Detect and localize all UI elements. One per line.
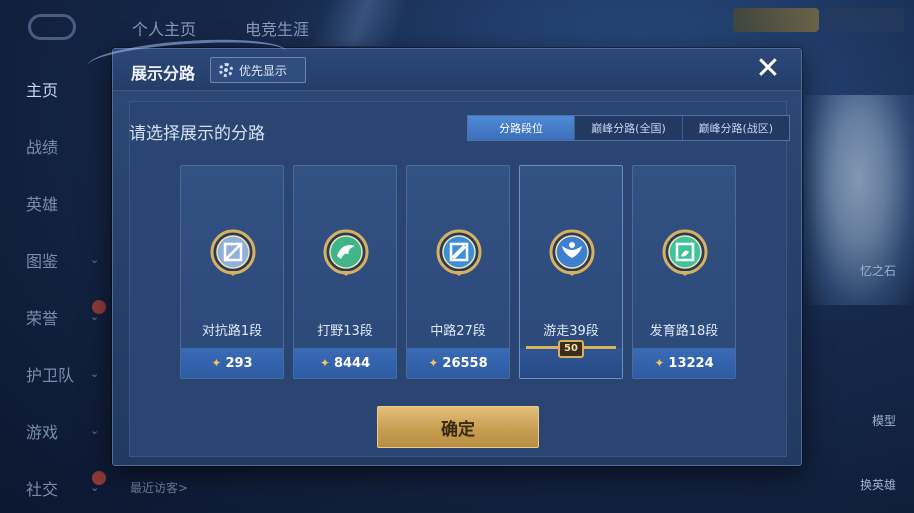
mid-lane-icon [435,228,483,276]
lane-score: ✦ 13224 [633,348,735,378]
lane-rank-label: 发育路18段 [649,324,719,339]
tab-peak-national[interactable]: 巅峰分路(全国) [574,116,681,140]
sidebar-item-label: 荣誉 [26,308,59,328]
sidebar-item-label: 英雄 [26,194,59,214]
lane-score: ✦ 8444 [294,348,396,378]
sidebar: 主页 战绩 英雄 图鉴 ⌄ 荣誉 ⌄ 护卫队 ⌄ 游戏 ⌄ 社交 ⌄ [0,60,110,513]
points-icon: ✦ [654,356,665,370]
lane-cards: 对抗路1段 ✦ 293 打野13段 ✦ 8444 中路27段 ✦ 26558 游走39段 50 发育路… [180,165,737,379]
roam-wings-icon [548,228,596,276]
score-value: 26558 [442,355,488,371]
gear-icon [219,63,233,77]
back-button[interactable] [28,14,76,40]
sidebar-item-label: 战绩 [26,137,59,157]
tab-esports[interactable]: 电竞生涯 [245,16,309,40]
points-icon: ✦ [319,356,330,370]
lane-card[interactable]: 打野13段 ✦ 8444 [293,165,397,379]
close-icon[interactable]: ✕ [753,53,783,85]
recent-visitors-link[interactable]: 最近访客> [130,479,188,496]
lane-card[interactable]: 中路27段 ✦ 26558 [406,165,510,379]
model-label[interactable]: 模型 [872,412,896,429]
lane-score: ✦ 293 [181,348,283,378]
confirm-button[interactable]: 确定 [377,406,539,448]
tab-lane-rank[interactable]: 分路段位 [468,116,575,140]
sidebar-item[interactable]: 社交 ⌄ [0,459,110,513]
score-value: 13224 [668,355,714,371]
top-right-button[interactable] [824,8,904,32]
tab-profile[interactable]: 个人主页 [132,16,196,40]
lane-card[interactable]: 对抗路1段 ✦ 293 [180,165,284,379]
farm-lane-icon [661,228,709,276]
new-badge [92,471,106,485]
sidebar-item-label: 图鉴 [26,251,59,271]
dialog-header: 展示分路 优先显示 ✕ [85,34,801,91]
sidebar-item-label: 主页 [26,80,59,100]
clash-lane-icon [209,228,257,276]
lane-rank-label: 打野13段 [317,324,373,339]
lane-rank-label: 游走39段 [543,324,599,339]
lane-score: ✦ 26558 [407,348,509,378]
chevron-down-icon: ⌄ [90,367,100,380]
sidebar-item-label: 社交 [26,479,59,499]
priority-display-button[interactable]: 优先显示 [210,57,306,83]
lane-rank-label: 中路27段 [430,324,486,339]
score-value: 293 [225,355,253,371]
sidebar-item[interactable]: 游戏 ⌄ [0,402,110,459]
points-icon: ✦ [211,356,222,370]
currency-badge [733,8,819,32]
sidebar-item-label: 护卫队 [26,365,75,385]
sidebar-item[interactable]: 战绩 [0,117,110,174]
chevron-down-icon: ⌄ [90,253,100,266]
select-lane-prompt: 请选择展示的分路 [129,124,265,144]
chevron-down-icon: ⌄ [90,424,100,437]
sidebar-item-label: 游戏 [26,422,59,442]
new-badge [92,300,106,314]
priority-display-label: 优先显示 [239,63,288,78]
sidebar-item[interactable]: 荣誉 ⌄ [0,288,110,345]
score-value: 8444 [333,355,371,371]
dialog-title: 展示分路 [131,64,196,83]
star-count-badge: 50 [558,340,584,358]
sidebar-item[interactable]: 图鉴 ⌄ [0,231,110,288]
lane-rank-label: 对抗路1段 [201,324,263,339]
jungle-dragon-icon [322,228,370,276]
lane-display-dialog: 展示分路 优先显示 ✕ 请选择展示的分路 分路段位 巅峰分路(全国) 巅峰分路(… [85,34,802,466]
lane-card[interactable]: 游走39段 50 [519,165,623,379]
stone-label[interactable]: 忆之石 [860,262,896,279]
lane-score: 50 [520,340,622,378]
background-effect [300,0,420,46]
points-icon: ✦ [428,356,439,370]
lane-card[interactable]: 发育路18段 ✦ 13224 [632,165,736,379]
lane-type-tabs: 分路段位 巅峰分路(全国) 巅峰分路(战区) [467,115,790,141]
sidebar-item[interactable]: 英雄 [0,174,110,231]
change-hero-label[interactable]: 换英雄 [860,476,896,493]
sidebar-item[interactable]: 护卫队 ⌄ [0,345,110,402]
tab-peak-region[interactable]: 巅峰分路(战区) [681,116,789,140]
